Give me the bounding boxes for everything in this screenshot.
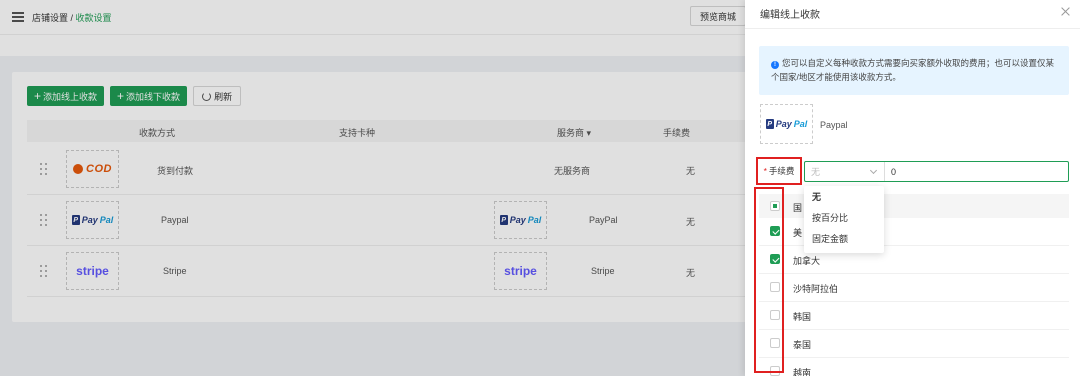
country-row: 泰国 [759, 330, 1069, 358]
country-name: 越南 [793, 368, 812, 376]
divider [745, 28, 1080, 29]
info-icon: ! [771, 61, 779, 69]
option-percentage[interactable]: 按百分比 [804, 207, 884, 228]
country-name: 沙特阿拉伯 [793, 284, 839, 294]
country-row: 韩国 [759, 302, 1069, 330]
fee-amount-input[interactable]: 0 [885, 162, 1068, 181]
checkbox-highlight-box [754, 187, 784, 373]
country-name: 韩国 [793, 312, 812, 322]
paypal-logo: P Pay Pal [760, 104, 813, 144]
drawer-title: 编辑线上收款 [760, 10, 820, 21]
close-icon[interactable] [1061, 7, 1070, 16]
country-name: 美 [793, 228, 803, 238]
fee-type-dropdown: 无 按百分比 固定金额 [804, 186, 884, 253]
country-row: 越南 [759, 358, 1069, 376]
modal-mask[interactable] [0, 0, 745, 376]
method-name: Paypal [820, 120, 848, 130]
option-fixed-amount[interactable]: 固定金额 [804, 228, 884, 249]
info-alert: ! 您可以自定义每种收款方式需要向买家额外收取的费用；也可以设置仅某个国家/地区才… [759, 46, 1069, 95]
fee-type-select[interactable]: 无 [805, 162, 885, 181]
country-row: 沙特阿拉伯 [759, 274, 1069, 302]
country-name: 泰国 [793, 340, 812, 350]
info-text: 您可以自定义每种收款方式需要向买家额外收取的费用；也可以设置仅某个国家/地区才能… [771, 58, 1055, 82]
country-name: 加拿大 [793, 256, 821, 266]
required-mark: * [763, 166, 767, 176]
fee-type-value: 无 [811, 167, 821, 177]
edit-online-payment-drawer: 编辑线上收款 ! 您可以自定义每种收款方式需要向买家额外收取的费用；也可以设置仅某… [745, 0, 1080, 376]
option-none[interactable]: 无 [804, 186, 884, 207]
chevron-down-icon [869, 166, 878, 175]
fee-label: * 手续费 [756, 157, 802, 185]
fee-input-group: 无 0 [804, 161, 1069, 182]
country-header-label: 国 [793, 203, 803, 213]
